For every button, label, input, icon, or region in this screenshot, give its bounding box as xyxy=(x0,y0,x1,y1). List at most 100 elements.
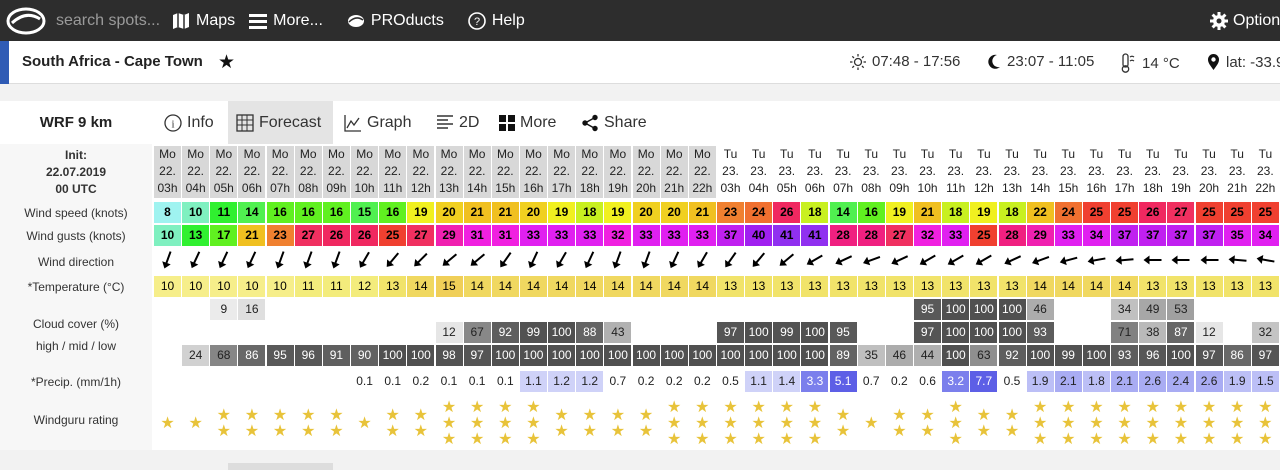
rating-star-icon: ★ xyxy=(1117,431,1132,448)
rating-stars: ★ ★ xyxy=(633,408,660,440)
tab-forecast[interactable]: Forecast xyxy=(228,101,333,144)
wind-speed-cell: 25 xyxy=(1082,202,1110,223)
temperature-value: 14 °C xyxy=(1142,54,1180,72)
wind-speed-cell: 18 xyxy=(801,202,829,223)
cloud-mid-cell: 100 xyxy=(548,322,576,343)
wind-speed-cell: 19 xyxy=(548,202,576,223)
cloud-low-cell: 100 xyxy=(801,345,829,366)
rating-stars: ★ ★ xyxy=(576,408,603,440)
wind-gusts-cell: 31 xyxy=(463,225,491,246)
more-label: More... xyxy=(273,11,323,29)
temperature-cell: 13 xyxy=(801,276,829,297)
wind-direction-arrow-icon xyxy=(745,248,772,272)
precipitation-cell: 3.3 xyxy=(801,371,829,392)
forecast-column-header: Tu 23. 11h xyxy=(942,146,970,198)
wind-speed-cell: 10 xyxy=(182,202,210,223)
search-spots-input[interactable]: search spots... xyxy=(56,12,166,30)
help-menu-button[interactable]: ? Help xyxy=(468,12,525,30)
rating-star-icon: ★ xyxy=(216,423,231,440)
wind-direction-arrow-icon xyxy=(830,248,857,272)
tab-share[interactable]: Share xyxy=(573,101,655,144)
rating-star-icon: ★ xyxy=(1089,431,1104,448)
precipitation-cell: 2.1 xyxy=(1111,371,1139,392)
rating-star-icon: ★ xyxy=(667,431,682,448)
rating-star-icon: ★ xyxy=(1061,431,1076,448)
rating-stars: ★ ★ ★ xyxy=(436,400,463,448)
rating-stars: ★ ★ xyxy=(407,408,434,440)
forecast-column-header: Mo 22. 15h xyxy=(491,146,519,198)
wind-gusts-cell: 29 xyxy=(435,225,463,246)
cloud-low-cell: 90 xyxy=(351,345,379,366)
rating-stars: ★ ★ xyxy=(830,408,857,440)
cloud-high-cell xyxy=(1224,299,1251,320)
tab-2d[interactable]: 2D xyxy=(428,101,487,144)
info-icon: i xyxy=(164,113,182,132)
tab-graph[interactable]: Graph xyxy=(336,101,419,144)
model-name: WRF 9 km xyxy=(39,114,113,131)
cloud-high-cell xyxy=(604,299,631,320)
precipitation-cell: 0.5 xyxy=(717,371,744,392)
cloud-low-cell: 63 xyxy=(970,345,998,366)
cloud-mid-cell: 97 xyxy=(717,322,744,343)
wind-direction-arrow-icon xyxy=(886,248,913,272)
cloud-mid-cell: 32 xyxy=(1251,322,1279,343)
rating-star-icon: ★ xyxy=(1004,407,1020,424)
temperature-cell: 14 xyxy=(548,276,576,297)
rating-star-icon: ★ xyxy=(498,399,513,416)
rating-star-icon: ★ xyxy=(695,399,710,416)
forecast-column-header: Mo 22. 20h xyxy=(632,146,660,198)
wind-gusts-cell: 10 xyxy=(154,225,181,246)
temperature-cell: 13 xyxy=(773,276,801,297)
forecast-column-header: Mo 22. 18h xyxy=(576,146,604,198)
products-menu-button[interactable]: PROducts xyxy=(347,12,444,30)
cloud-mid-cell xyxy=(1055,322,1082,343)
cloud-mid-cell xyxy=(858,322,885,343)
favorite-star-icon[interactable]: ★ xyxy=(218,51,235,74)
tab-info[interactable]: i Info xyxy=(156,101,222,144)
wind-gusts-cell: 26 xyxy=(351,225,379,246)
rating-stars: ★ ★ xyxy=(323,408,350,440)
cloud-high-cell: 100 xyxy=(998,299,1026,320)
wind-speed-cell: 21 xyxy=(463,202,491,223)
wind-speed-cell: 20 xyxy=(519,202,547,223)
cloud-mid-cell xyxy=(182,322,209,343)
rating-star-icon: ★ xyxy=(1004,423,1020,440)
wind-direction-arrow-icon xyxy=(773,248,800,272)
windguru-logo-icon[interactable] xyxy=(0,0,52,41)
more-menu-button[interactable]: More... xyxy=(249,12,323,30)
tab-info-label: Info xyxy=(187,113,214,131)
wind-speed-cell: 14 xyxy=(829,202,857,223)
cloud-mid-cell xyxy=(1224,322,1251,343)
options-label: Option xyxy=(1233,11,1280,29)
temperature-cell: 11 xyxy=(322,276,350,297)
maps-menu-button[interactable]: Maps xyxy=(172,12,235,30)
precipitation-cell: 0.1 xyxy=(351,371,379,392)
rating-star-icon: ★ xyxy=(751,431,766,448)
cloud-mid-cell: 99 xyxy=(519,322,547,343)
wind-gusts-cell: 34 xyxy=(1251,225,1279,246)
rating-stars: ★ ★ ★ xyxy=(801,400,828,448)
cloud-low-cell: 100 xyxy=(717,345,744,366)
rating-star-icon: ★ xyxy=(779,399,794,416)
rating-star-icon: ★ xyxy=(807,415,823,432)
options-menu-button[interactable]: Option xyxy=(1210,0,1280,41)
wind-direction-arrow-icon xyxy=(801,248,828,272)
cloud-high-cell xyxy=(717,299,744,320)
wind-direction-arrow-icon xyxy=(1111,248,1138,272)
map-pin-icon xyxy=(1208,54,1219,70)
cloud-low-cell: 24 xyxy=(182,345,210,366)
cloud-high-cell: 49 xyxy=(1139,299,1167,320)
rating-star-icon: ★ xyxy=(357,415,372,432)
cloud-mid-cell xyxy=(295,322,322,343)
forecast-column-header: Mo 22. 21h xyxy=(660,146,688,198)
forecast-column-header: Mo 22. 11h xyxy=(379,146,407,198)
rating-star-icon: ★ xyxy=(413,423,429,440)
tab-more[interactable]: More xyxy=(491,101,564,144)
temperature-cell: 10 xyxy=(238,276,266,297)
forecast-column-header: Tu 23. 14h xyxy=(1026,146,1054,198)
rating-star-icon: ★ xyxy=(469,399,485,416)
wind-speed-cell: 24 xyxy=(745,202,773,223)
rating-star-icon: ★ xyxy=(610,407,626,424)
wind-gusts-cell: 28 xyxy=(829,225,857,246)
temperature-cell: 10 xyxy=(266,276,294,297)
